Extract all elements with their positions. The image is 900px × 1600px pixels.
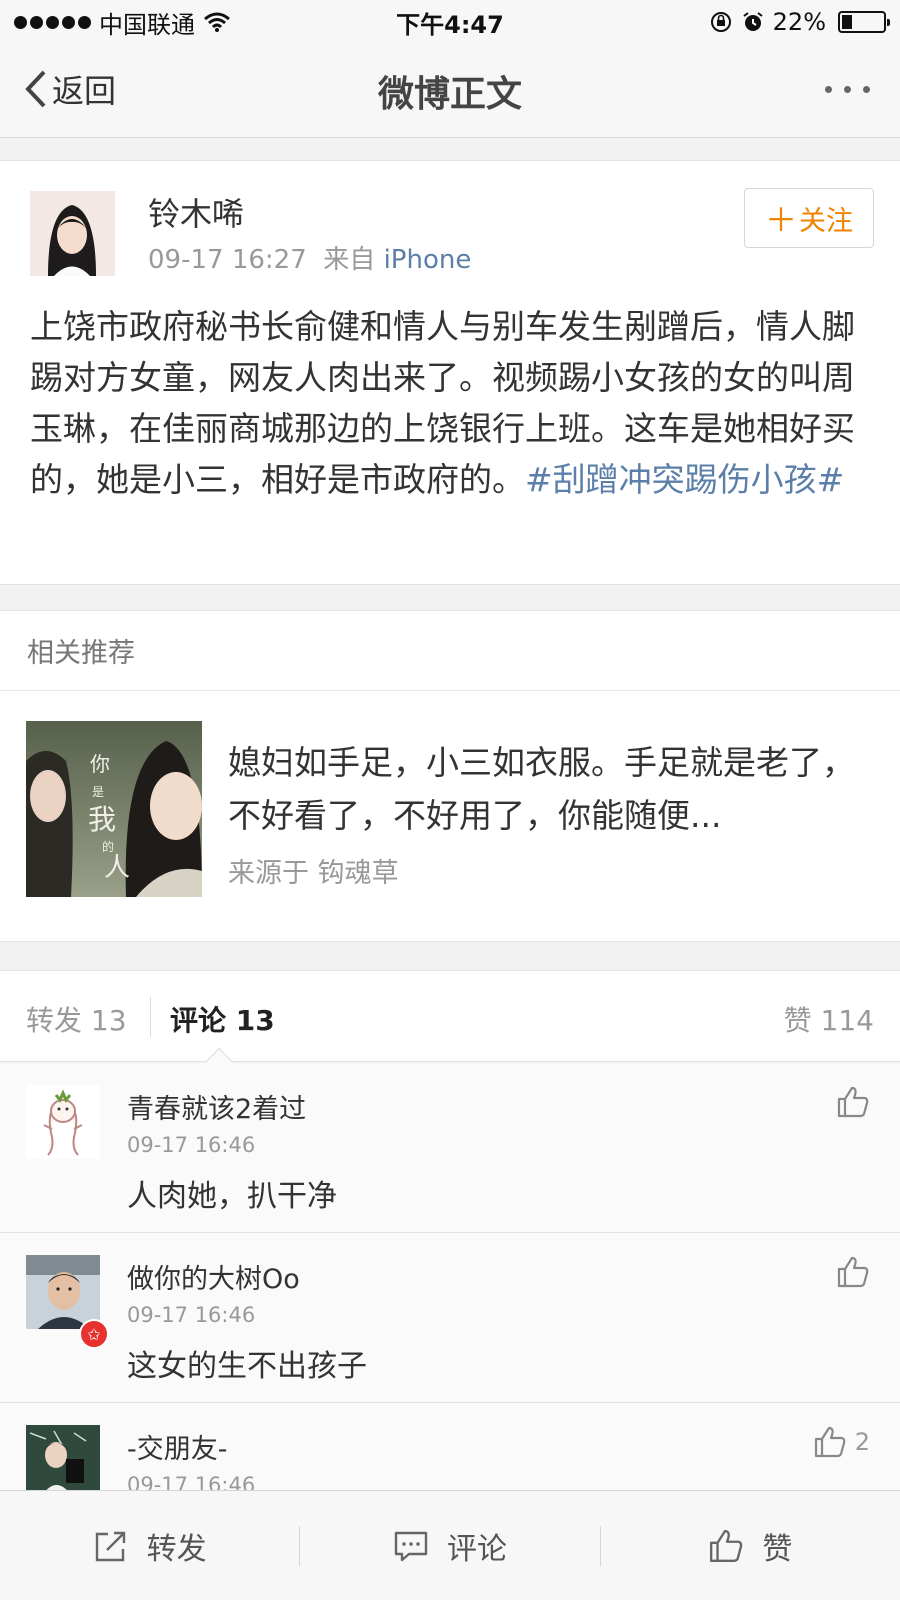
svg-text:的: 的 (102, 839, 114, 854)
repost-label: 转发 (146, 1531, 207, 1567)
comment-author[interactable]: -交朋友- (127, 1427, 228, 1466)
thumbs-up-icon (837, 1256, 869, 1288)
thumbs-up-icon (837, 1086, 869, 1118)
comment-item[interactable]: 青春就该2着过 09-17 16:46 人肉她，扒干净 (0, 1063, 900, 1233)
topic-link[interactable]: #刮蹭冲突踢伤小孩# (525, 460, 844, 499)
follow-label: 关注 (799, 205, 853, 237)
related-header: 相关推荐 (0, 611, 900, 691)
comment-text: 人肉她，扒干净 (127, 1179, 337, 1214)
comment-button[interactable]: 评论 (300, 1516, 599, 1576)
post-card: 铃木唏 09-17 16:27 来自 iPhone ＋ 关注 上饶市政府秘书长俞… (0, 160, 900, 585)
status-left: 中国联通 (14, 5, 231, 40)
comment-like-count: 2 (854, 1428, 870, 1456)
chevron-left-icon (25, 70, 46, 108)
svg-text:是: 是 (92, 785, 104, 799)
tab-comment[interactable]: 评论 13 (170, 999, 275, 1039)
tabs-bar: 转发 13 评论 13 赞 114 (0, 970, 900, 1062)
comment-text: 这女的生不出孩子 (127, 1349, 367, 1384)
thumbs-up-icon (814, 1426, 846, 1458)
thumbs-up-icon (710, 1529, 743, 1562)
author-avatar[interactable] (30, 191, 115, 276)
related-card: 相关推荐 你 是 我 的 人 媳妇如手足，小三如衣服。手足就是老了，不好看了，不… (0, 610, 900, 942)
battery-fill (842, 15, 852, 29)
svg-text:我: 我 (88, 803, 116, 836)
comment-avatar[interactable] (26, 1085, 100, 1159)
status-bar: 中国联通 下午4:47 22% (0, 0, 900, 44)
comment-time: 09-17 16:46 (127, 1133, 256, 1157)
comment-like-button[interactable]: 2 (813, 1425, 870, 1459)
related-text[interactable]: 媳妇如手足，小三如衣服。手足就是老了，不好看了，不好用了，你能随便... (228, 736, 868, 842)
plus-icon: ＋ (764, 201, 797, 239)
more-options-icon[interactable] (825, 86, 870, 93)
post-meta: 09-17 16:27 来自 iPhone (148, 239, 471, 276)
comment-author[interactable]: 做你的大树Oo (127, 1257, 300, 1296)
follow-button[interactable]: ＋ 关注 (744, 188, 874, 248)
battery-icon (838, 11, 890, 33)
svg-text:人: 人 (104, 853, 130, 883)
tab-repost[interactable]: 转发 13 (26, 999, 127, 1039)
like-label: 赞 (762, 1531, 793, 1567)
verified-badge-icon: ✩ (79, 1319, 109, 1349)
wifi-icon (204, 12, 230, 32)
nav-bar: 返回 微博正文 (0, 44, 900, 138)
comment-avatar[interactable] (26, 1255, 100, 1329)
thumb-overlay-text: 你 (90, 752, 110, 776)
tab-like[interactable]: 赞 114 (784, 999, 874, 1039)
post-text: 上饶市政府秘书长俞健和情人与别车发生剐蹭后，情人脚踢对方女童，网友人肉出来了。视… (30, 301, 870, 505)
signal-strength-icon (14, 15, 91, 29)
comment-like-button[interactable] (836, 1255, 870, 1289)
alarm-icon (743, 12, 763, 31)
author-name[interactable]: 铃木唏 (148, 189, 244, 235)
comment-avatar[interactable] (26, 1425, 100, 1495)
share-icon (95, 1531, 125, 1561)
repost-button[interactable]: 转发 (0, 1516, 299, 1576)
comment-like-button[interactable] (836, 1085, 870, 1119)
comment-author[interactable]: 青春就该2着过 (127, 1087, 306, 1126)
back-button[interactable]: 返回 (24, 66, 116, 112)
comment-item[interactable]: ✩ 做你的大树Oo 09-17 16:46 这女的生不出孩子 (0, 1233, 900, 1403)
rotation-lock-icon (710, 12, 731, 32)
post-source[interactable]: iPhone (384, 245, 472, 275)
bottom-action-bar: 转发 评论 赞 (0, 1490, 900, 1600)
like-button[interactable]: 赞 (601, 1516, 900, 1576)
tab-divider (150, 997, 151, 1037)
page-title: 微博正文 (377, 73, 522, 115)
back-label: 返回 (52, 72, 117, 110)
post-time: 09-17 16:27 (148, 245, 307, 275)
comment-time: 09-17 16:46 (127, 1303, 256, 1327)
carrier-label: 中国联通 (99, 10, 195, 39)
comment-item[interactable]: -交朋友- 09-17 16:46 2 (0, 1403, 900, 1495)
related-thumbnail[interactable]: 你 是 我 的 人 (26, 721, 202, 897)
comment-list: 青春就该2着过 09-17 16:46 人肉她，扒干净 ✩ 做你的大树Oo 09… (0, 1063, 900, 1495)
related-source: 来源于 钩魂草 (228, 858, 399, 889)
comment-icon (394, 1531, 428, 1561)
comment-label: 评论 (446, 1531, 507, 1567)
post-source-prefix: 来自 (323, 245, 376, 275)
status-right: 22% (709, 8, 890, 36)
battery-percent: 22% (772, 8, 826, 36)
